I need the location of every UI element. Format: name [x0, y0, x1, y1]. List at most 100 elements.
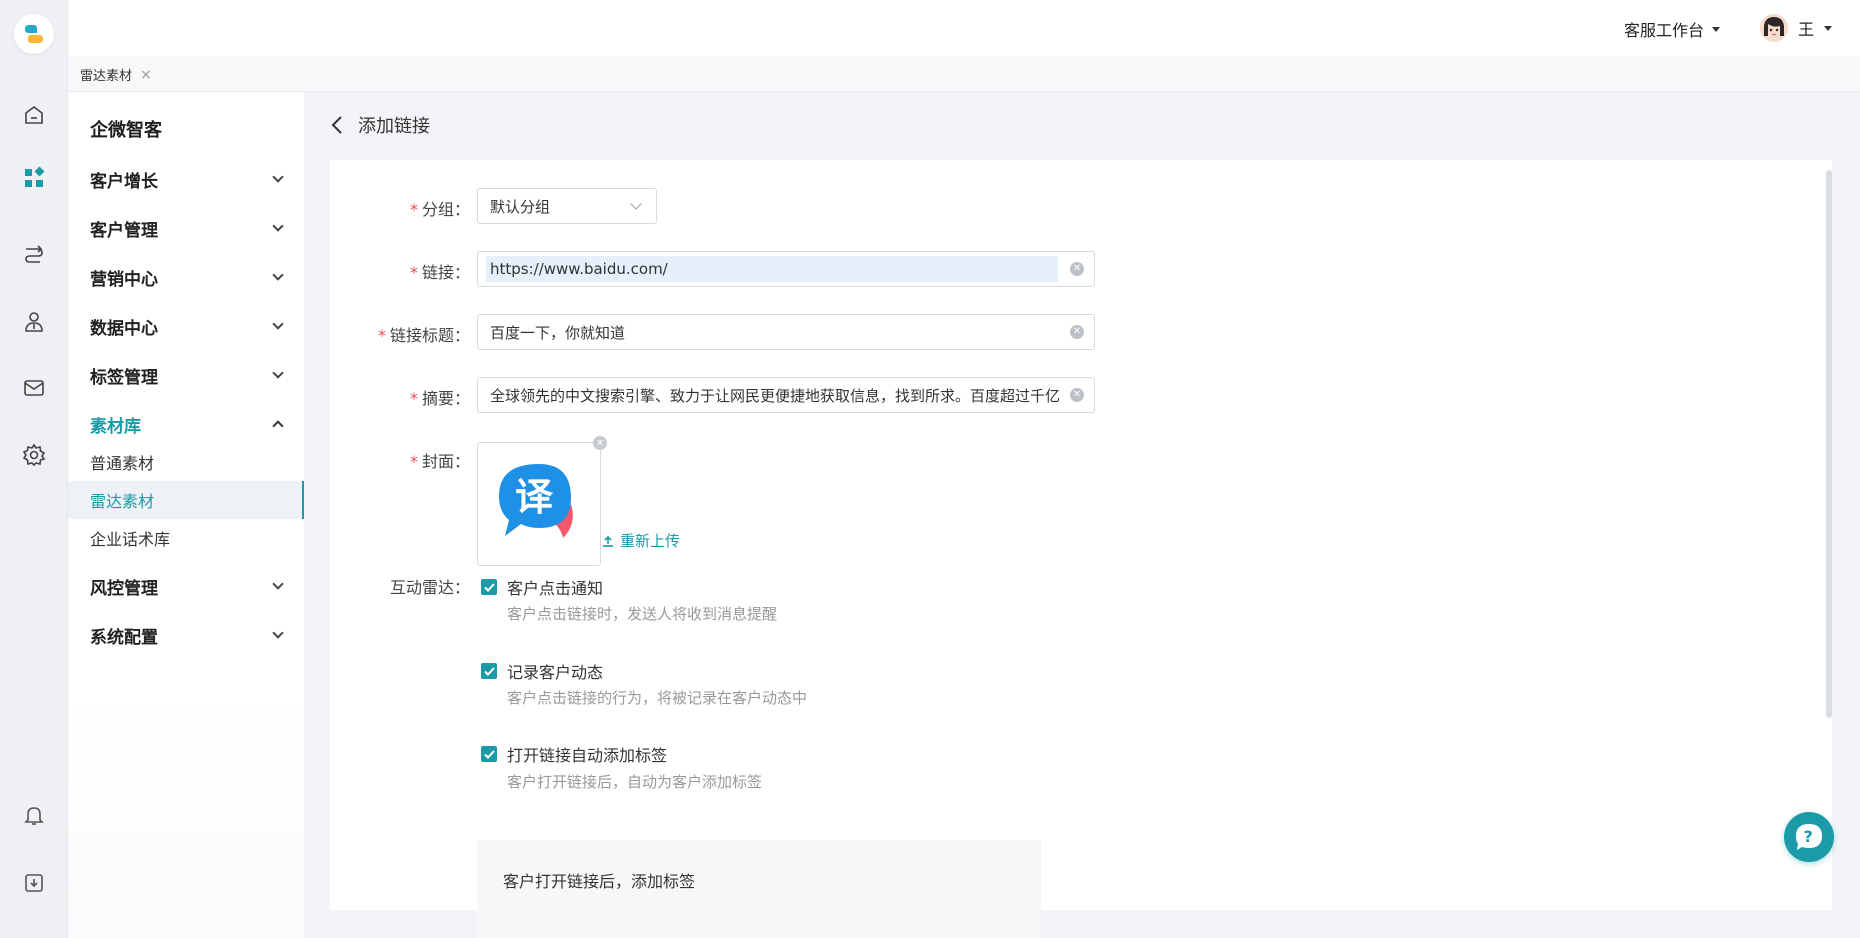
download-icon[interactable] — [19, 868, 49, 898]
summary-input[interactable]: 全球领先的中文搜索引擎、致力于让网民更便捷地获取信息，找到所求。百度超过千亿 ✕ — [477, 377, 1095, 413]
nav-group-label: 标签管理 — [90, 367, 158, 388]
customer-icon[interactable] — [19, 307, 49, 337]
auto-tag-checkbox[interactable]: 打开链接自动添加标签 — [481, 742, 667, 766]
nav-group-label: 客户增长 — [90, 171, 158, 192]
clear-icon[interactable]: ✕ — [1070, 262, 1084, 276]
back-arrow-icon[interactable] — [330, 115, 344, 135]
home-icon[interactable] — [19, 100, 49, 130]
summary-label-text: 摘要： — [421, 389, 470, 408]
chevron-up-icon — [272, 420, 284, 432]
group-select[interactable]: 默认分组 — [477, 188, 657, 224]
nav-group-label: 客户管理 — [90, 220, 158, 241]
group-label-text: 分组： — [421, 200, 470, 219]
nav-item-label: 企业话术库 — [90, 530, 171, 549]
link-label-text: 链接： — [421, 263, 470, 282]
required-mark: * — [377, 326, 386, 345]
group-select-value: 默认分组 — [490, 197, 551, 216]
summary-value: 全球领先的中文搜索引擎、致力于让网民更便捷地获取信息，找到所求。百度超过千亿 — [490, 386, 1061, 405]
link-label: * 链接： — [330, 259, 470, 283]
nav-item-script-library[interactable]: 企业话术库 — [68, 519, 304, 557]
nav-group-label: 数据中心 — [90, 318, 158, 339]
nav-group-risk-control[interactable]: 风控管理 — [90, 571, 286, 601]
remove-icon[interactable]: ✕ — [593, 436, 607, 450]
secondary-nav: 企微智客 客户增长 客户管理 营销中心 数据中心 标签管理 素材库 普通素材 雷… — [68, 92, 304, 938]
checkbox-label: 客户点击通知 — [507, 579, 604, 598]
nav-group-tag-management[interactable]: 标签管理 — [90, 360, 286, 390]
link-title-label-text: 链接标题： — [389, 326, 470, 345]
check-icon — [481, 746, 497, 762]
check-icon — [481, 579, 497, 595]
upload-icon — [603, 535, 613, 547]
chevron-down-icon — [272, 627, 284, 639]
tag-config-box: 客户打开链接后，添加标签 — [477, 840, 1041, 938]
click-notify-checkbox[interactable]: 客户点击通知 — [481, 575, 603, 599]
nav-group-marketing-center[interactable]: 营销中心 — [90, 262, 286, 292]
nav-group-customer-growth[interactable]: 客户增长 — [90, 164, 286, 194]
clear-icon[interactable]: ✕ — [1070, 388, 1084, 402]
nav-item-normal-material[interactable]: 普通素材 — [68, 443, 304, 481]
nav-item-radar-material[interactable]: 雷达素材 — [68, 481, 304, 519]
apps-icon[interactable] — [19, 163, 49, 193]
summary-label: * 摘要： — [330, 385, 470, 409]
settings-icon[interactable] — [19, 440, 49, 470]
cover-label: * 封面： — [330, 448, 470, 472]
required-mark: * — [409, 389, 418, 408]
required-mark: * — [409, 200, 418, 219]
chevron-down-icon — [272, 578, 284, 590]
bell-icon[interactable] — [19, 800, 49, 830]
logo-icon — [25, 25, 43, 43]
chevron-down-icon — [272, 269, 284, 281]
top-header: 客服工作台 王 — [68, 0, 1860, 56]
user-name: 王 — [1797, 20, 1814, 39]
link-title-label: * 链接标题： — [330, 322, 470, 346]
chevron-down-icon — [272, 318, 284, 330]
close-icon[interactable]: × — [140, 67, 152, 83]
mail-icon[interactable] — [19, 373, 49, 403]
record-activity-hint: 客户点击链接的行为，将被记录在客户动态中 — [507, 689, 808, 707]
scrollbar[interactable] — [1826, 170, 1832, 718]
user-menu[interactable]: 王 — [1759, 14, 1832, 42]
required-mark: * — [409, 452, 418, 471]
clear-icon[interactable]: ✕ — [1070, 325, 1084, 339]
record-activity-checkbox[interactable]: 记录客户动态 — [481, 659, 603, 683]
tab-radar-material[interactable]: 雷达素材 × — [80, 65, 152, 85]
chevron-down-icon — [630, 198, 642, 210]
workbench-dropdown[interactable]: 客服工作台 — [1624, 17, 1720, 41]
nav-group-material-library[interactable]: 素材库 — [90, 409, 286, 439]
cover-image[interactable]: ✕ 译 — [477, 436, 607, 566]
link-input[interactable]: https://www.baidu.com/ ✕ — [477, 251, 1095, 287]
nav-group-label: 系统配置 — [90, 627, 158, 648]
nav-group-customer-management[interactable]: 客户管理 — [90, 213, 286, 243]
help-button[interactable]: ? — [1784, 812, 1834, 862]
link-title-input[interactable]: 百度一下，你就知道 ✕ — [477, 314, 1095, 350]
question-icon: ? — [1796, 824, 1822, 850]
tab-label: 雷达素材 — [80, 69, 133, 84]
page-title: 添加链接 — [358, 116, 430, 137]
caret-down-icon — [1712, 26, 1720, 32]
route-icon[interactable] — [19, 240, 49, 270]
svg-text:?: ? — [1804, 827, 1813, 846]
nav-item-label: 雷达素材 — [90, 492, 155, 511]
auto-tag-hint: 客户打开链接后，自动为客户添加标签 — [507, 773, 763, 791]
nav-group-data-center[interactable]: 数据中心 — [90, 311, 286, 341]
click-notify-hint: 客户点击链接时，发送人将收到消息提醒 — [507, 605, 778, 623]
tag-config-title: 客户打开链接后，添加标签 — [503, 872, 696, 891]
reupload-button[interactable]: 重新上传 — [602, 530, 680, 551]
cover-label-text: 封面： — [421, 452, 470, 471]
workbench-label: 客服工作台 — [1623, 21, 1704, 40]
caret-down-icon — [1824, 25, 1832, 31]
translate-icon: 译 — [499, 464, 573, 538]
chevron-down-icon — [272, 220, 284, 232]
link-input-value: https://www.baidu.com/ — [486, 256, 1058, 282]
chevron-down-icon — [272, 367, 284, 379]
svg-text:译: 译 — [515, 475, 554, 519]
nav-group-label: 风控管理 — [90, 578, 158, 599]
radar-label-text: 互动雷达： — [389, 578, 470, 597]
app-logo[interactable] — [14, 14, 54, 54]
checkbox-label: 打开链接自动添加标签 — [507, 746, 668, 765]
form-panel: * 分组： 默认分组 * 链接： https://www.baidu.com/ ✕ … — [330, 160, 1832, 938]
icon-rail — [0, 0, 68, 938]
required-mark: * — [409, 263, 418, 282]
check-icon — [481, 663, 497, 679]
nav-group-system-config[interactable]: 系统配置 — [90, 620, 286, 650]
